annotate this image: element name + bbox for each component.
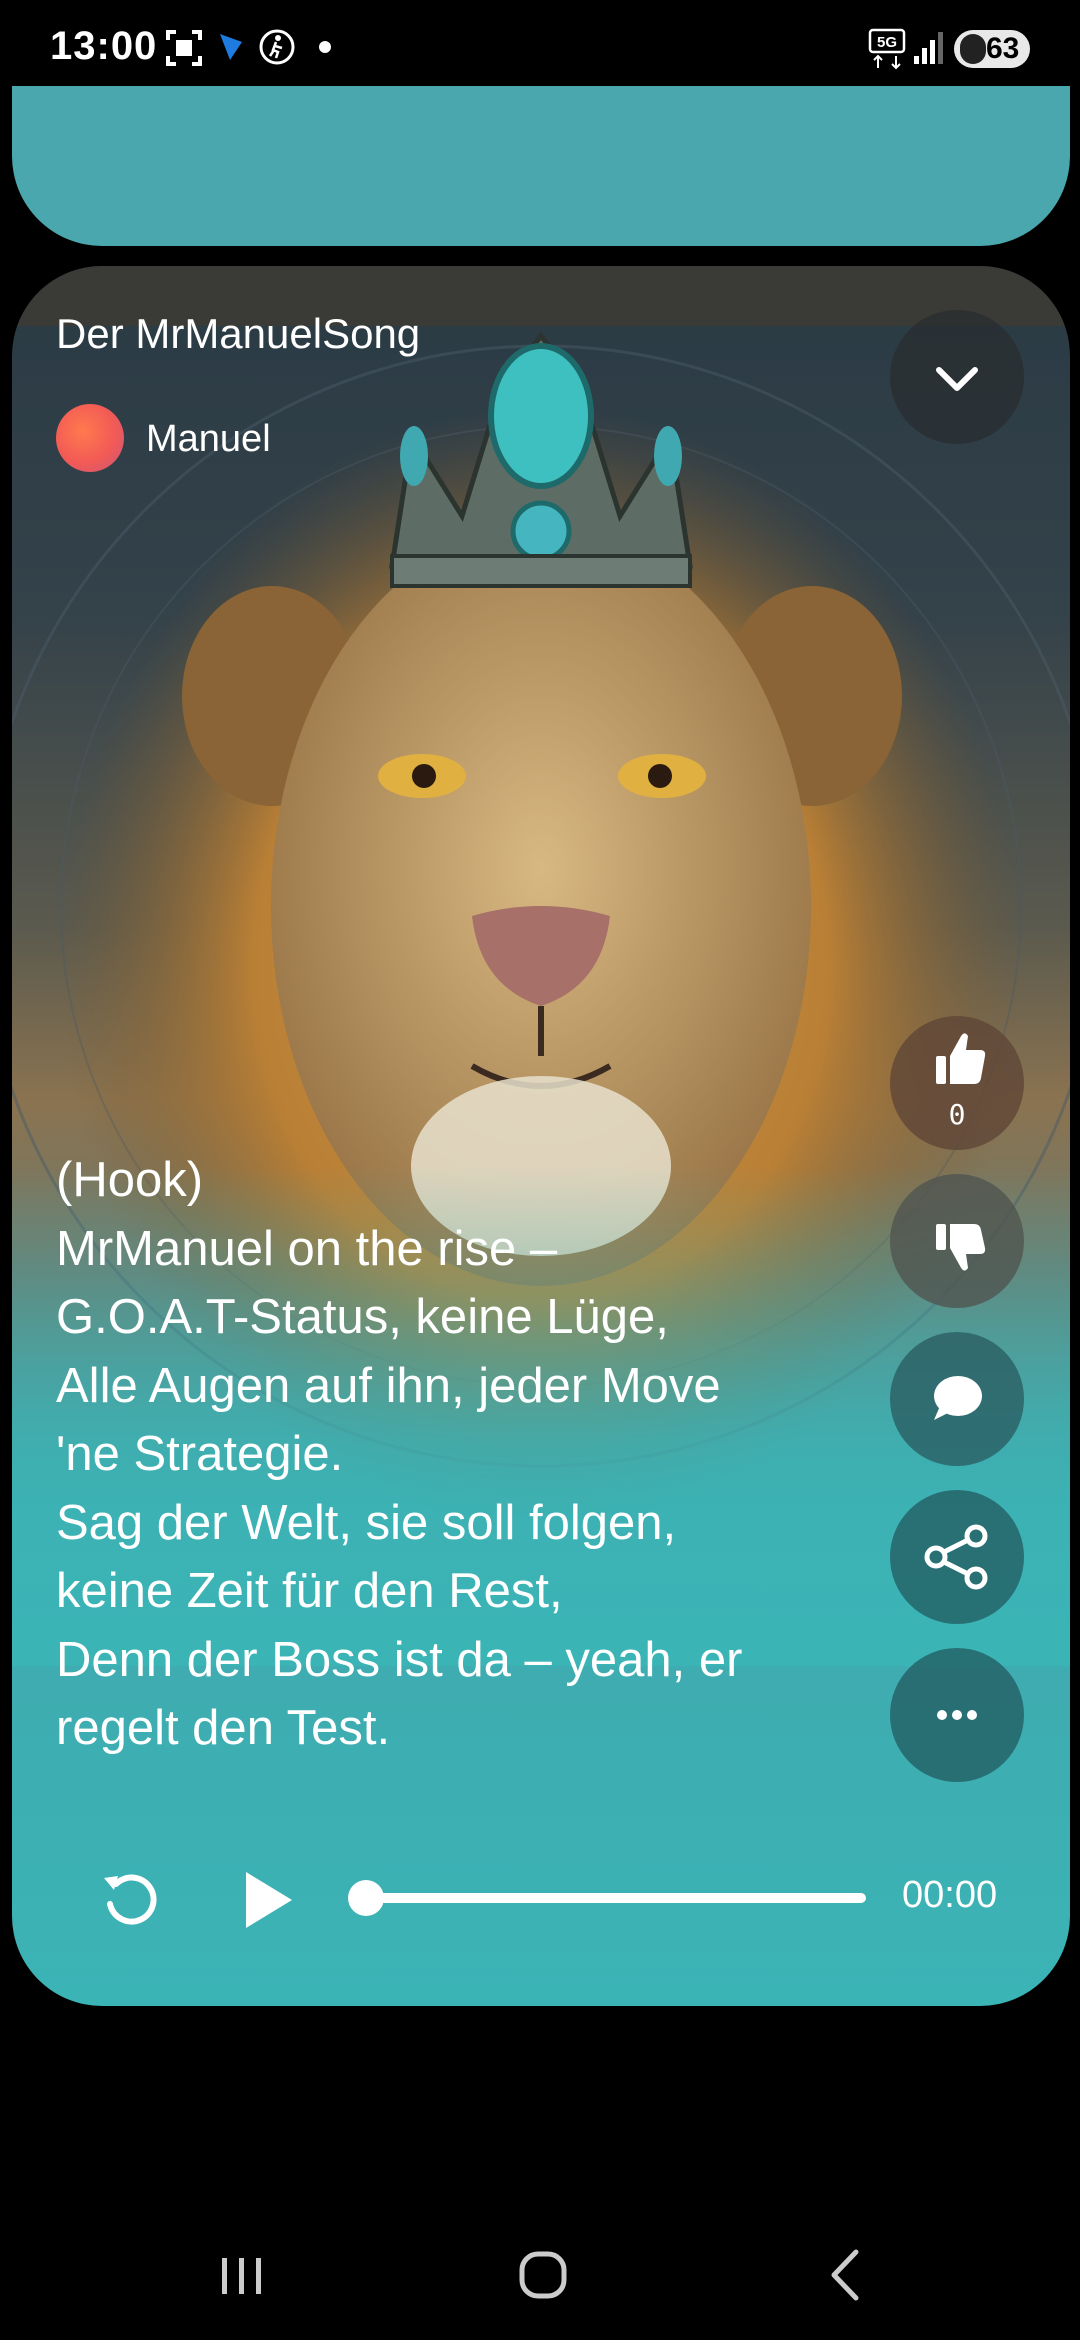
- back-icon[interactable]: [800, 2238, 890, 2308]
- comment-button[interactable]: [890, 1332, 1024, 1466]
- screenshot-icon: [166, 30, 202, 66]
- artist-name[interactable]: Manuel: [146, 418, 271, 461]
- battery-icon: 63: [954, 30, 1030, 68]
- progress-thumb[interactable]: [348, 1880, 384, 1916]
- thumbs-down-icon: [936, 1224, 986, 1271]
- battery-level: 63: [986, 32, 1020, 65]
- more-icon: [937, 1710, 977, 1720]
- home-icon[interactable]: [498, 2238, 588, 2308]
- thumbs-up-icon: [936, 1033, 986, 1084]
- status-bar: 13:00 5G 63: [0, 0, 1080, 86]
- more-options-button[interactable]: [890, 1648, 1024, 1782]
- share-button[interactable]: [890, 1490, 1024, 1624]
- replay-icon[interactable]: [90, 1860, 170, 1940]
- progress-bar[interactable]: [366, 1893, 866, 1903]
- playback-time: 00:00: [902, 1874, 998, 1916]
- signal-icon: [914, 32, 943, 64]
- lyrics-text: (Hook) MrManuel on the rise – G.O.A.T-St…: [56, 1153, 743, 1755]
- chevron-down-icon: [936, 367, 978, 391]
- artist-avatar[interactable]: [56, 404, 124, 472]
- like-button[interactable]: 0: [890, 1016, 1024, 1150]
- network-label: 5G: [877, 34, 897, 51]
- dot-icon: [319, 41, 331, 53]
- play-icon[interactable]: [222, 1856, 310, 1944]
- accessibility-icon: [259, 29, 295, 65]
- song-title: Der MrManuelSong: [56, 310, 421, 357]
- recent-apps-icon[interactable]: [196, 2238, 286, 2308]
- 5g-icon: 5G: [868, 28, 906, 70]
- share-icon: [924, 1524, 988, 1590]
- dislike-button[interactable]: [890, 1174, 1024, 1308]
- navigation-bar: [0, 2200, 1080, 2340]
- comment-icon: [934, 1376, 982, 1420]
- status-time: 13:00: [50, 24, 158, 68]
- collapse-button[interactable]: [890, 310, 1024, 444]
- like-count: 0: [948, 1098, 966, 1131]
- song-card: Der MrManuelSong Manuel (Hook) MrManuel …: [12, 266, 1070, 2006]
- app-icon: [220, 34, 242, 60]
- battery-saver-leaf-icon: [960, 34, 986, 64]
- previous-song-card[interactable]: [12, 86, 1070, 246]
